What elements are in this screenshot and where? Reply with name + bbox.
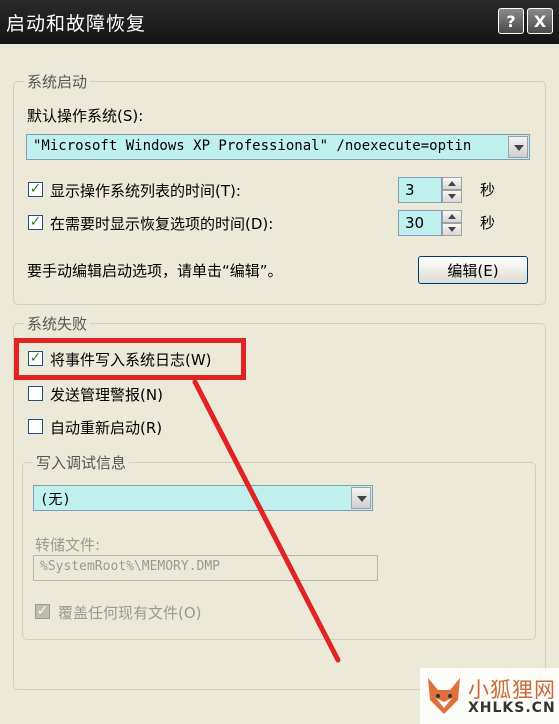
debug-dropdown[interactable]: (无) bbox=[33, 485, 373, 511]
debug-group-label: 写入调试信息 bbox=[33, 452, 130, 473]
default-os-label: 默认操作系统(S): bbox=[27, 107, 144, 125]
overwrite-label: 覆盖任何现有文件(O) bbox=[58, 604, 202, 622]
chevron-down-icon[interactable] bbox=[508, 136, 528, 158]
dump-file-label: 转储文件: bbox=[35, 536, 101, 554]
watermark-en-text: XHLKS.CN bbox=[468, 700, 556, 716]
dump-file-input[interactable]: %SystemRoot%\MEMORY.DMP bbox=[33, 555, 378, 581]
overwrite-checkbox[interactable] bbox=[35, 604, 50, 619]
watermark: 小狐狸网 XHLKS.CN bbox=[420, 668, 559, 724]
dump-file-value: %SystemRoot%\MEMORY.DMP bbox=[40, 559, 221, 574]
manual-edit-text: 要手动编辑启动选项，请单击“编辑”。 bbox=[27, 262, 283, 280]
show-list-input[interactable]: 3 bbox=[398, 177, 442, 203]
close-icon: X bbox=[533, 11, 547, 31]
help-button[interactable]: ? bbox=[498, 8, 524, 34]
show-list-checkbox[interactable] bbox=[28, 182, 43, 197]
fox-logo-icon bbox=[428, 678, 460, 714]
dialog-body: 系统启动 默认操作系统(S): "Microsoft Windows XP Pr… bbox=[0, 44, 559, 724]
close-button[interactable]: X bbox=[527, 8, 553, 34]
show-list-value: 3 bbox=[405, 181, 415, 199]
default-os-value: "Microsoft Windows XP Professional" /noe… bbox=[33, 138, 472, 154]
title-bar: 启动和故障恢复 ? X bbox=[0, 0, 559, 44]
show-recovery-label: 在需要时显示恢复选项的时间(D): bbox=[50, 215, 274, 233]
show-list-stepper[interactable] bbox=[442, 177, 462, 203]
auto-restart-label: 自动重新启动(R) bbox=[50, 419, 163, 437]
show-recovery-value: 30 bbox=[405, 214, 425, 232]
help-icon: ? bbox=[506, 11, 516, 31]
failure-group-label: 系统失败 bbox=[24, 313, 91, 334]
show-recovery-input[interactable]: 30 bbox=[398, 210, 442, 236]
send-alert-checkbox[interactable] bbox=[28, 386, 43, 401]
show-recovery-stepper[interactable] bbox=[442, 210, 462, 236]
window-title: 启动和故障恢复 bbox=[6, 13, 147, 35]
default-os-dropdown[interactable]: "Microsoft Windows XP Professional" /noe… bbox=[26, 134, 530, 160]
spin-up-icon[interactable] bbox=[442, 177, 462, 190]
chevron-down-icon[interactable] bbox=[351, 487, 371, 509]
startup-group-label: 系统启动 bbox=[24, 71, 91, 92]
send-alert-label: 发送管理警报(N) bbox=[50, 386, 163, 404]
debug-dropdown-value: (无) bbox=[40, 492, 71, 508]
show-list-label: 显示操作系统列表的时间(T): bbox=[50, 182, 241, 200]
auto-restart-checkbox[interactable] bbox=[28, 419, 43, 434]
edit-button-label: 编辑(E) bbox=[447, 261, 499, 280]
annotation-highlight-box bbox=[14, 338, 246, 380]
spin-down-icon[interactable] bbox=[442, 223, 462, 236]
edit-button[interactable]: 编辑(E) bbox=[418, 256, 528, 284]
spin-down-icon[interactable] bbox=[442, 190, 462, 203]
spin-up-icon[interactable] bbox=[442, 210, 462, 223]
show-recovery-unit: 秒 bbox=[480, 214, 496, 232]
show-recovery-checkbox[interactable] bbox=[28, 215, 43, 230]
show-list-unit: 秒 bbox=[480, 181, 496, 199]
